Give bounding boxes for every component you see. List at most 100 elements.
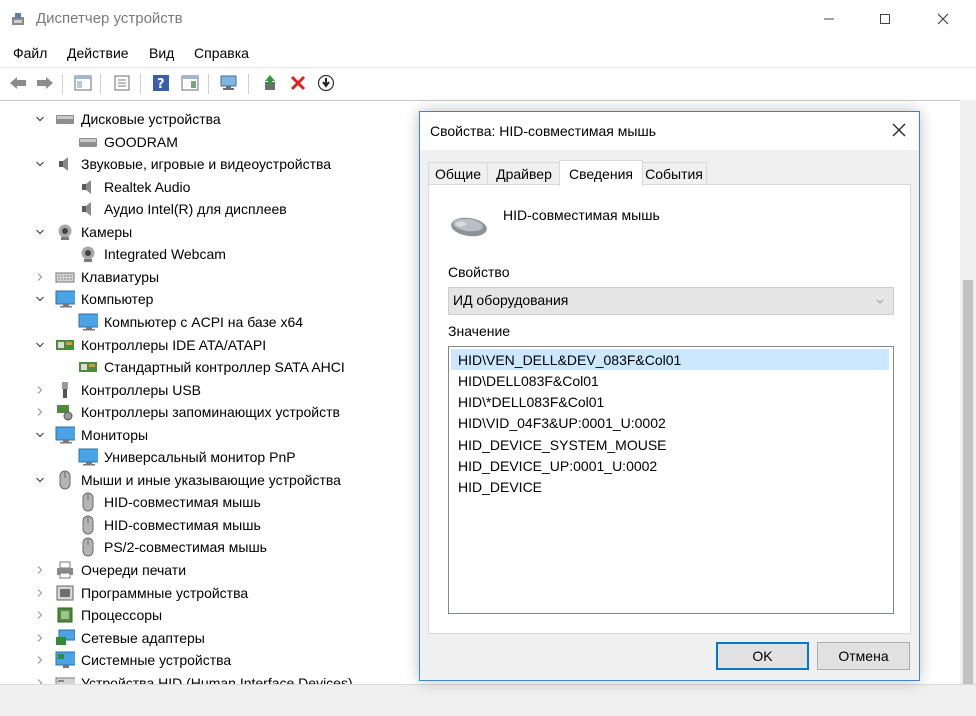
- scan-hardware-button[interactable]: [217, 72, 241, 96]
- system-device-icon: [55, 651, 75, 669]
- chevron-right-icon[interactable]: [33, 383, 47, 397]
- tree-device[interactable]: Аудио Intel(R) для дисплеев: [78, 198, 287, 220]
- menu-view[interactable]: Вид: [149, 45, 174, 61]
- tree-category[interactable]: Мониторы: [33, 424, 148, 446]
- mouse-icon: [78, 492, 98, 512]
- tree-category[interactable]: Мыши и иные указывающие устройства: [33, 469, 341, 491]
- chevron-down-icon[interactable]: [33, 112, 47, 126]
- tree-item-label: Компьютер: [81, 291, 154, 308]
- tree-category[interactable]: Звуковые, игровые и видеоустройства: [33, 153, 331, 175]
- disk-drive-icon: [55, 110, 75, 128]
- tree-device[interactable]: Стандартный контроллер SATA AHCI: [78, 356, 345, 378]
- help-button[interactable]: ?: [149, 72, 173, 96]
- tree-category[interactable]: Камеры: [33, 221, 132, 243]
- value-list-item[interactable]: HID\VID_04F3&UP:0001_U:0002: [451, 413, 889, 434]
- menu-action[interactable]: Действие: [67, 45, 129, 61]
- tree-vertical-scrollbar[interactable]: [960, 100, 976, 700]
- tree-category[interactable]: Клавиатуры: [33, 266, 159, 288]
- tree-device[interactable]: Realtek Audio: [78, 176, 190, 198]
- tree-item-label: GOODRAM: [104, 133, 178, 150]
- tree-device[interactable]: PS/2-совместимая мышь: [78, 536, 267, 558]
- window-title: Диспетчер устройств: [36, 10, 183, 27]
- chevron-down-icon[interactable]: [33, 473, 47, 487]
- close-button[interactable]: [920, 0, 966, 40]
- chevron-right-icon[interactable]: [33, 631, 47, 645]
- chevron-right-icon[interactable]: [33, 653, 47, 667]
- chevron-right-icon[interactable]: [33, 563, 47, 577]
- tree-category[interactable]: Контроллеры IDE ATA/ATAPI: [33, 334, 266, 356]
- value-list-item[interactable]: HID_DEVICE_SYSTEM_MOUSE: [451, 434, 889, 455]
- mouse-icon: [78, 515, 98, 535]
- value-list-item[interactable]: HID_DEVICE: [451, 477, 889, 498]
- tree-item-label: Процессоры: [81, 607, 163, 624]
- chevron-down-icon[interactable]: [33, 292, 47, 306]
- tree-category[interactable]: Устройства HID (Human Interface Devices): [33, 672, 353, 685]
- tree-category[interactable]: Очереди печати: [33, 559, 186, 581]
- chevron-down-icon[interactable]: [33, 428, 47, 442]
- property-select[interactable]: ИД оборудования: [448, 287, 894, 315]
- tree-horizontal-scrollbar[interactable]: [0, 684, 976, 716]
- cancel-button[interactable]: Отмена: [817, 642, 910, 670]
- menu-help[interactable]: Справка: [194, 45, 249, 61]
- properties-button[interactable]: [110, 72, 134, 96]
- tree-category[interactable]: Программные устройства: [33, 582, 248, 604]
- dialog-close-button[interactable]: [885, 118, 913, 144]
- chevron-right-icon[interactable]: [33, 608, 47, 622]
- ok-button[interactable]: OK: [716, 642, 809, 670]
- tree-category[interactable]: Сетевые адаптеры: [33, 627, 205, 649]
- title-bar[interactable]: Диспетчер устройств: [0, 0, 976, 40]
- tree-device[interactable]: Integrated Webcam: [78, 243, 226, 265]
- chevron-down-icon[interactable]: [33, 157, 47, 171]
- tab-details[interactable]: Сведения: [559, 160, 643, 186]
- tab-general[interactable]: Общие: [428, 162, 488, 185]
- chevron-right-icon[interactable]: [33, 405, 47, 419]
- tree-item-label: PS/2-совместимая мышь: [104, 539, 267, 556]
- menu-file[interactable]: Файл: [13, 45, 47, 61]
- tree-category[interactable]: Дисковые устройства: [33, 108, 221, 130]
- chevron-right-icon[interactable]: [33, 586, 47, 600]
- property-select-value: ИД оборудования: [453, 292, 569, 308]
- value-list-item[interactable]: HID\*DELL083F&Col01: [451, 392, 889, 413]
- tree-item-label: Программные устройства: [81, 584, 249, 601]
- uninstall-device-button[interactable]: [286, 72, 310, 96]
- tree-device[interactable]: HID-совместимая мышь: [78, 514, 261, 536]
- tree-item-label: HID-совместимая мышь: [104, 516, 261, 533]
- minimize-icon: [823, 12, 835, 28]
- chevron-down-icon[interactable]: [33, 338, 47, 352]
- tree-device[interactable]: GOODRAM: [78, 131, 178, 153]
- value-list-item[interactable]: HID\VEN_DELL&DEV_083F&Col01: [451, 349, 889, 370]
- tree-device[interactable]: Универсальный монитор PnP: [78, 446, 296, 468]
- chevron-down-icon[interactable]: [33, 225, 47, 239]
- tree-category[interactable]: Процессоры: [33, 604, 162, 626]
- uninstall-device-icon: [290, 75, 306, 94]
- forward-button[interactable]: [33, 72, 57, 96]
- tree-item-label: Сетевые адаптеры: [81, 629, 205, 646]
- tree-category[interactable]: Контроллеры запоминающих устройств: [33, 401, 340, 423]
- disable-device-button[interactable]: [314, 72, 338, 96]
- value-list-item[interactable]: HID_DEVICE_UP:0001_U:0002: [451, 456, 889, 477]
- action-pane-button[interactable]: [178, 72, 202, 96]
- value-list[interactable]: HID\VEN_DELL&DEV_083F&Col01 HID\DELL083F&…: [448, 346, 894, 614]
- minimize-button[interactable]: [806, 0, 852, 40]
- chevron-right-icon[interactable]: [33, 270, 47, 284]
- tree-device[interactable]: Компьютер с ACPI на базе x64: [78, 311, 303, 333]
- tree-category[interactable]: Системные устройства: [33, 649, 231, 671]
- tree-item-label: Integrated Webcam: [104, 246, 226, 263]
- ide-controller-icon: [55, 336, 75, 354]
- update-driver-button[interactable]: [258, 72, 282, 96]
- tree-item-label: Контроллеры IDE ATA/ATAPI: [81, 336, 267, 353]
- tree-device[interactable]: HID-совместимая мышь: [78, 491, 261, 513]
- back-button[interactable]: [6, 72, 30, 96]
- tree-item-label: Мониторы: [81, 426, 149, 443]
- value-list-item[interactable]: HID\DELL083F&Col01: [451, 370, 889, 391]
- dialog-title-bar[interactable]: Свойства: HID-совместимая мышь: [420, 112, 919, 150]
- scrollbar-thumb[interactable]: [963, 280, 973, 700]
- tab-driver[interactable]: Драйвер: [487, 162, 561, 185]
- console-tree-button[interactable]: [71, 72, 95, 96]
- tree-item-label: Универсальный монитор PnP: [104, 449, 296, 466]
- tree-category[interactable]: Контроллеры USB: [33, 379, 201, 401]
- tab-events[interactable]: События: [641, 162, 707, 185]
- tree-item-label: Контроллеры USB: [81, 381, 201, 398]
- maximize-button[interactable]: [862, 0, 908, 40]
- tree-category[interactable]: Компьютер: [33, 288, 153, 310]
